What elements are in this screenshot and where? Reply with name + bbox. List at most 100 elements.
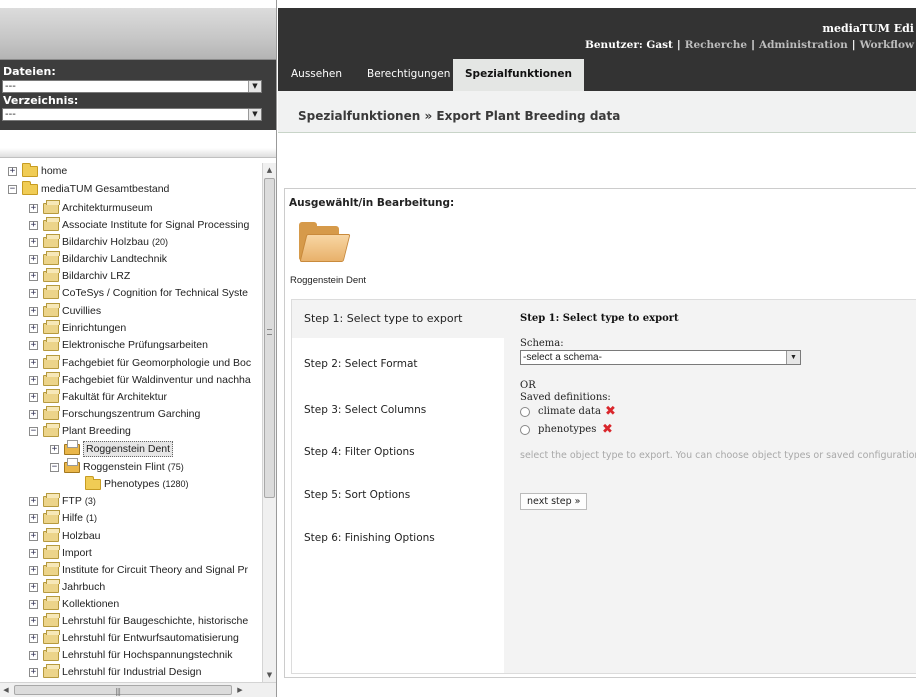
- folder-icon[interactable]: [299, 222, 351, 266]
- tree-item-label[interactable]: Einrichtungen: [62, 320, 126, 337]
- tree-item[interactable]: + Cuvillies: [0, 303, 262, 320]
- tree-item[interactable]: + Associate Institute for Signal Processi…: [0, 217, 262, 234]
- nav-administration[interactable]: Administration: [759, 39, 848, 51]
- scrollbar-thumb[interactable]: [264, 178, 275, 498]
- tree-item-label[interactable]: Lehrstuhl für Baugeschichte, historische: [62, 613, 248, 630]
- expand-icon[interactable]: +: [29, 634, 38, 643]
- scrollbar-thumb[interactable]: |||: [14, 685, 232, 696]
- tree-item-label[interactable]: Fachgebiet für Geomorphologie und Boc: [62, 355, 251, 372]
- files-dropdown[interactable]: --- ▼: [2, 80, 262, 93]
- tree-item[interactable]: + Jahrbuch: [0, 579, 262, 596]
- step-1[interactable]: Step 1: Select type to export: [292, 300, 504, 338]
- nav-workflow[interactable]: Workflow: [860, 39, 914, 51]
- tree-item-label[interactable]: Holzbau: [62, 528, 101, 545]
- step-2[interactable]: Step 2: Select Format: [304, 358, 418, 370]
- tab-spezialfunktionen[interactable]: Spezialfunktionen: [453, 59, 584, 91]
- tree-item-label[interactable]: Kollektionen: [62, 596, 119, 613]
- tree-item-label[interactable]: CoTeSys / Cognition for Technical Syste: [62, 285, 248, 302]
- expand-icon[interactable]: +: [29, 255, 38, 264]
- step-3[interactable]: Step 3: Select Columns: [304, 404, 426, 416]
- tree-item-label[interactable]: Bildarchiv Holzbau (20): [62, 234, 168, 251]
- next-step-button[interactable]: next step »: [520, 493, 588, 510]
- radio-button[interactable]: [520, 407, 530, 417]
- tree-item-label[interactable]: Hilfe (1): [62, 510, 97, 527]
- expand-icon[interactable]: +: [8, 167, 17, 176]
- tree-item[interactable]: + Institute for Circuit Theory and Signal…: [0, 562, 262, 579]
- tree-item-label[interactable]: Lehrstuhl für Entwurfsautomatisierung: [62, 630, 239, 647]
- tree-item[interactable]: + Bildarchiv LRZ: [0, 268, 262, 285]
- tab-berechtigungen[interactable]: Berechtigungen: [367, 59, 450, 91]
- scroll-down-icon[interactable]: ▼: [263, 668, 276, 682]
- expand-icon[interactable]: +: [29, 376, 38, 385]
- tree-item[interactable]: + Lehrstuhl für Industrial Design: [0, 664, 262, 681]
- step-5[interactable]: Step 5: Sort Options: [304, 489, 410, 501]
- expand-icon[interactable]: +: [50, 445, 59, 454]
- collapse-icon[interactable]: −: [50, 463, 59, 472]
- tree-item[interactable]: + Kollektionen: [0, 596, 262, 613]
- expand-icon[interactable]: +: [29, 359, 38, 368]
- tree-item[interactable]: + CoTeSys / Cognition for Technical Syste: [0, 285, 262, 302]
- delete-icon[interactable]: ✖: [602, 422, 613, 437]
- nav-recherche[interactable]: Recherche: [685, 39, 747, 51]
- tree-item[interactable]: + Fachgebiet für Geomorphologie und Boc: [0, 355, 262, 372]
- tree-item[interactable]: + Bildarchiv Landtechnik: [0, 251, 262, 268]
- radio-button[interactable]: [520, 425, 530, 435]
- expand-icon[interactable]: +: [29, 583, 38, 592]
- expand-icon[interactable]: +: [29, 341, 38, 350]
- tree-item-label[interactable]: Roggenstein Flint (75): [83, 459, 184, 476]
- tree-horizontal-scrollbar[interactable]: ◀ ||| ▶: [0, 682, 276, 697]
- tree-item[interactable]: + Holzbau: [0, 528, 262, 545]
- expand-icon[interactable]: +: [29, 600, 38, 609]
- expand-icon[interactable]: +: [29, 272, 38, 281]
- tree-item[interactable]: + Elektronische Prüfungsarbeiten: [0, 337, 262, 354]
- step-6[interactable]: Step 6: Finishing Options: [304, 532, 435, 544]
- tree-item[interactable]: + Roggenstein Dent: [0, 440, 262, 458]
- tree-item-label[interactable]: Architekturmuseum: [62, 200, 152, 217]
- tree-item[interactable]: + Architekturmuseum: [0, 200, 262, 217]
- scroll-up-icon[interactable]: ▲: [263, 163, 276, 177]
- collapse-icon[interactable]: −: [29, 427, 38, 436]
- expand-icon[interactable]: +: [29, 204, 38, 213]
- tree-item-label[interactable]: Bildarchiv LRZ: [62, 268, 130, 285]
- tree-item[interactable]: + Fakultät für Architektur: [0, 389, 262, 406]
- expand-icon[interactable]: +: [29, 307, 38, 316]
- tree-item-label[interactable]: home: [41, 163, 67, 180]
- tree-item[interactable]: − Roggenstein Flint (75): [0, 458, 262, 476]
- expand-icon[interactable]: +: [29, 617, 38, 626]
- tree-item-label[interactable]: Import: [62, 545, 92, 562]
- scroll-left-icon[interactable]: ◀: [0, 683, 12, 697]
- expand-icon[interactable]: +: [29, 549, 38, 558]
- tree-item[interactable]: − mediaTUM Gesamtbestand: [0, 181, 262, 198]
- expand-icon[interactable]: +: [29, 410, 38, 419]
- tree-item-label[interactable]: Institute for Circuit Theory and Signal …: [62, 562, 248, 579]
- tree-item[interactable]: + Fachgebiet für Waldinventur und nachha: [0, 372, 262, 389]
- expand-icon[interactable]: +: [29, 532, 38, 541]
- tree-item[interactable]: + Lehrstuhl für Hochspannungstechnik: [0, 647, 262, 664]
- step-4[interactable]: Step 4: Filter Options: [304, 446, 415, 458]
- expand-icon[interactable]: +: [29, 238, 38, 247]
- tree-item[interactable]: Phenotypes (1280): [0, 476, 262, 493]
- delete-icon[interactable]: ✖: [605, 404, 616, 419]
- expand-icon[interactable]: +: [29, 566, 38, 575]
- tree-item[interactable]: + home: [0, 163, 262, 180]
- tree-item[interactable]: + Bildarchiv Holzbau (20): [0, 234, 262, 251]
- scroll-right-icon[interactable]: ▶: [234, 683, 246, 697]
- tree-item-label[interactable]: Fakultät für Architektur: [62, 389, 167, 406]
- tree-item[interactable]: + Forschungszentrum Garching: [0, 406, 262, 423]
- expand-icon[interactable]: +: [29, 514, 38, 523]
- tree-item-label[interactable]: Elektronische Prüfungsarbeiten: [62, 337, 208, 354]
- directory-dropdown[interactable]: --- ▼: [2, 108, 262, 121]
- tree-item-label[interactable]: Jahrbuch: [62, 579, 105, 596]
- expand-icon[interactable]: +: [29, 221, 38, 230]
- tree-item[interactable]: + Lehrstuhl für Entwurfsautomatisierung: [0, 630, 262, 647]
- expand-icon[interactable]: +: [29, 651, 38, 660]
- expand-icon[interactable]: +: [29, 289, 38, 298]
- expand-icon[interactable]: +: [29, 324, 38, 333]
- tree-item-label[interactable]: Bildarchiv Landtechnik: [62, 251, 167, 268]
- collapse-icon[interactable]: −: [8, 185, 17, 194]
- tree-item[interactable]: + Einrichtungen: [0, 320, 262, 337]
- tree-item[interactable]: − Plant Breeding: [0, 423, 262, 440]
- tree-item-label[interactable]: Lehrstuhl für Hochspannungstechnik: [62, 647, 232, 664]
- tree-item[interactable]: + Import: [0, 545, 262, 562]
- tree-item-label[interactable]: Lehrstuhl für Industrial Design: [62, 664, 202, 681]
